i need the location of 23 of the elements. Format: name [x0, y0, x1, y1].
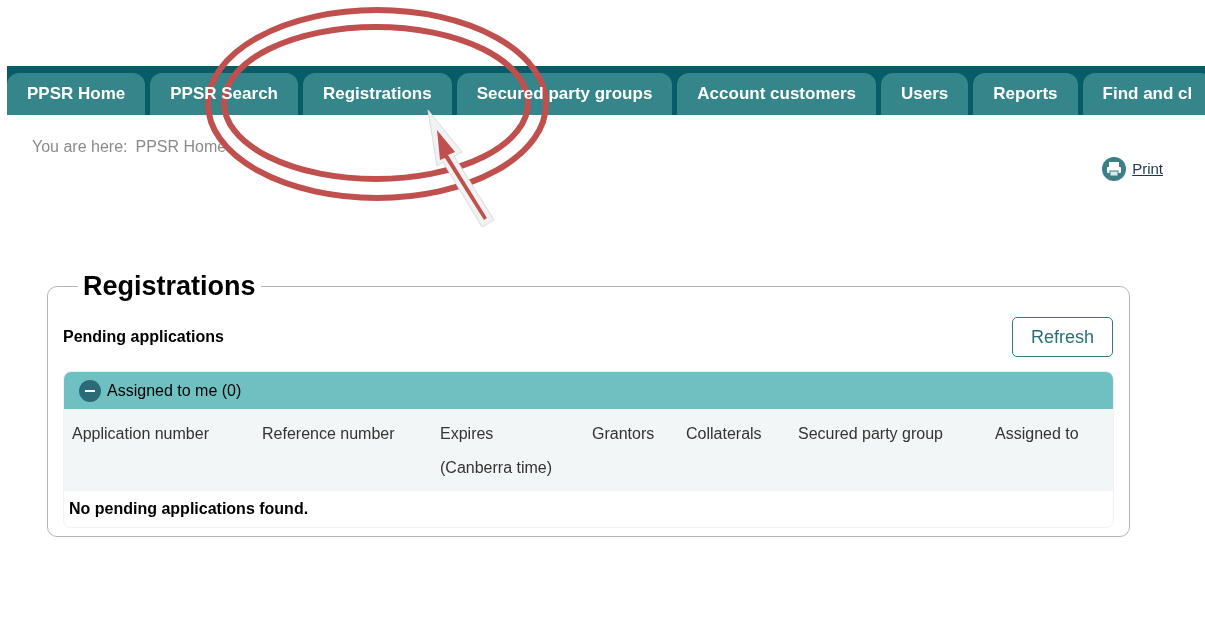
column-header: Assigned to — [995, 424, 1080, 444]
empty-message: No pending applications found. — [69, 500, 309, 517]
printer-icon — [1102, 157, 1127, 181]
panel-title: Registrations — [82, 271, 257, 301]
column-header: Expires (Canberra time) — [440, 424, 554, 478]
nav-tab[interactable]: Registrations — [303, 73, 452, 115]
pending-applications-heading: Pending applications — [63, 327, 224, 347]
accordion-header[interactable]: Assigned to me (0) — [64, 372, 1113, 409]
column-header: Reference number — [262, 424, 396, 444]
column-header: Secured party group — [798, 424, 944, 444]
nav-tab[interactable]: Find and cl — [1082, 73, 1205, 115]
breadcrumb-label: You are here: — [32, 137, 128, 157]
print-link[interactable]: Print — [1132, 157, 1163, 181]
collapse-icon — [79, 379, 101, 402]
accordion-label: Assigned to me (0) — [107, 380, 242, 401]
column-header: Collaterals — [686, 424, 763, 444]
column-header: Grantors — [592, 424, 656, 444]
nav-tab[interactable]: Reports — [973, 73, 1078, 115]
refresh-button[interactable]: Refresh — [1012, 317, 1113, 357]
column-header: Application number — [72, 424, 210, 444]
nav-tab[interactable]: Account customers — [677, 73, 877, 115]
nav-tab[interactable]: PPSR Home — [7, 73, 146, 115]
nav-tab[interactable]: Users — [881, 73, 969, 115]
